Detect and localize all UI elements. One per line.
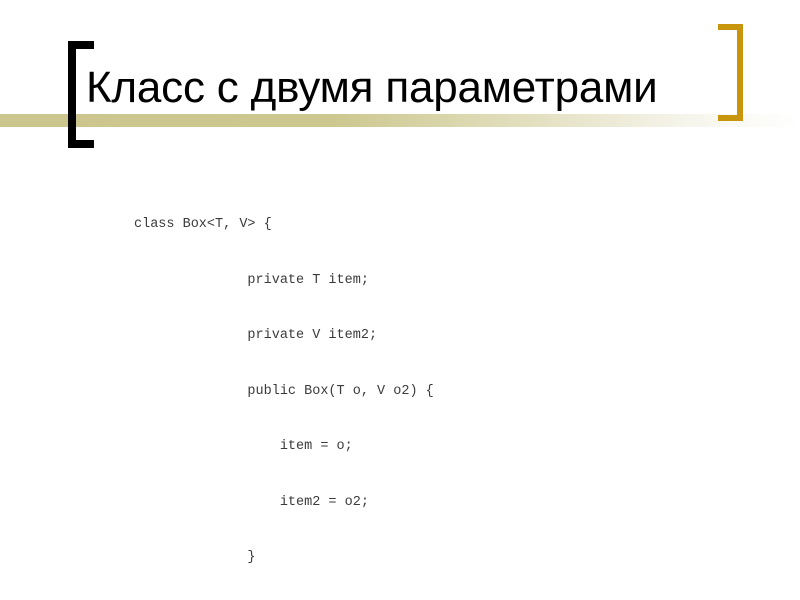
code-snippet: class Box<T, V> { private T item; privat… bbox=[134, 179, 434, 600]
code-line: class Box<T, V> { bbox=[134, 217, 272, 232]
right-bracket-bottom-arm bbox=[718, 115, 743, 121]
left-bracket-bottom-arm bbox=[68, 140, 94, 148]
code-line: private T item; bbox=[134, 272, 369, 288]
slide: Класс с двумя параметрами class Box<T, V… bbox=[0, 0, 800, 600]
left-bracket-stem bbox=[68, 41, 76, 148]
code-line: item2 = o2; bbox=[134, 494, 369, 510]
title-underline-band bbox=[0, 114, 800, 127]
right-bracket-stem bbox=[737, 24, 743, 121]
right-bracket-decoration-icon bbox=[718, 24, 743, 121]
code-line: item = o; bbox=[134, 439, 353, 454]
code-line: } bbox=[134, 550, 256, 565]
page-title: Класс с двумя параметрами bbox=[86, 63, 658, 112]
code-line: private V item2; bbox=[134, 328, 378, 343]
code-line: public Box(T o, V o2) { bbox=[134, 383, 434, 399]
